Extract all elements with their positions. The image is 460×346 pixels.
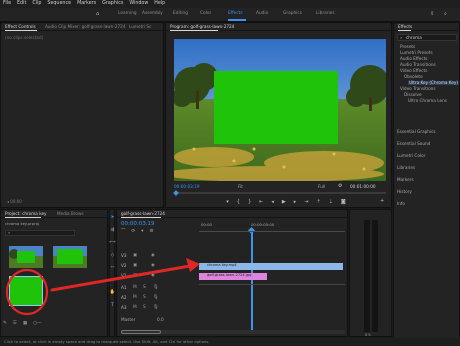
status-bar: Click to select, or click in empty space… xyxy=(0,338,460,346)
annotation-arrow xyxy=(50,258,200,292)
status-text: Click to select, or click in empty space… xyxy=(4,339,210,344)
